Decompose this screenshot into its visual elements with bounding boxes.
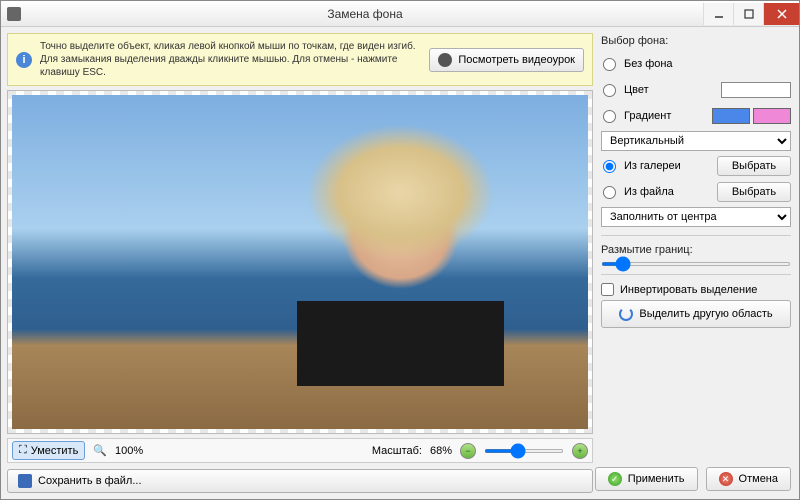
select-other-area-button[interactable]: Выделить другую область: [601, 300, 791, 328]
camera-icon: [438, 53, 452, 67]
invert-checkbox[interactable]: [601, 283, 614, 296]
scale-label: Масштаб:: [372, 445, 422, 457]
apply-label: Применить: [628, 473, 685, 485]
app-icon: [7, 7, 21, 21]
color-swatch[interactable]: [721, 82, 791, 98]
radio-gradient[interactable]: [603, 110, 616, 123]
reload-icon: [619, 307, 633, 321]
invert-label: Инвертировать выделение: [620, 284, 757, 296]
disk-icon: [18, 474, 32, 488]
image-canvas[interactable]: [7, 90, 593, 434]
cross-icon: ✕: [719, 472, 733, 486]
save-to-file-button[interactable]: Сохранить в файл...: [7, 469, 593, 493]
gallery-choose-button[interactable]: Выбрать: [717, 156, 791, 176]
divider: [601, 274, 791, 275]
apply-button[interactable]: ✓ Применить: [595, 467, 698, 491]
file-choose-button[interactable]: Выбрать: [717, 182, 791, 202]
fit-icon: ⛶: [19, 444, 27, 457]
scale-value: 68%: [430, 445, 452, 457]
titlebar: Замена фона: [1, 1, 799, 27]
zoom-in-button[interactable]: +: [572, 443, 588, 459]
blur-label: Размытие границ:: [601, 244, 791, 256]
radio-gradient-label: Градиент: [624, 110, 706, 122]
app-window: Замена фона i Точно выделите объект, кли…: [0, 0, 800, 500]
video-button-label: Посмотреть видеоурок: [458, 54, 575, 66]
fit-button[interactable]: ⛶ Уместить: [12, 441, 85, 460]
save-label: Сохранить в файл...: [38, 475, 142, 487]
zoom-out-button[interactable]: −: [460, 443, 476, 459]
maximize-button[interactable]: [733, 3, 763, 25]
divider: [601, 235, 791, 236]
radio-gallery-label: Из галереи: [624, 160, 711, 172]
fill-mode-select[interactable]: Заполнить от центра: [601, 207, 791, 227]
hint-text: Точно выделите объект, кликая левой кноп…: [40, 40, 421, 79]
canvas-toolbar: ⛶ Уместить 🔍 100% Масштаб: 68% − +: [7, 438, 593, 463]
minimize-button[interactable]: [703, 3, 733, 25]
info-icon: i: [16, 52, 32, 68]
composited-image: [12, 95, 588, 429]
cancel-button[interactable]: ✕ Отмена: [706, 467, 791, 491]
radio-no-background[interactable]: [603, 58, 616, 71]
sidebar: Выбор фона: Без фона Цвет Градиент Верт: [599, 33, 793, 493]
zoom-value: 100%: [115, 445, 143, 457]
radio-gallery[interactable]: [603, 160, 616, 173]
fit-label: Уместить: [31, 445, 79, 457]
gradient-swatch-2[interactable]: [753, 108, 791, 124]
radio-file-label: Из файла: [624, 186, 711, 198]
window-title: Замена фона: [27, 7, 703, 21]
check-icon: ✓: [608, 472, 622, 486]
radio-color-label: Цвет: [624, 84, 715, 96]
background-group-label: Выбор фона:: [601, 35, 791, 47]
magnifier-icon: 🔍: [93, 444, 107, 457]
close-button[interactable]: [763, 3, 799, 25]
radio-no-background-label: Без фона: [624, 58, 791, 70]
watch-video-button[interactable]: Посмотреть видеоурок: [429, 48, 584, 72]
hint-banner: i Точно выделите объект, кликая левой кн…: [7, 33, 593, 86]
gradient-swatch-1[interactable]: [712, 108, 750, 124]
cancel-label: Отмена: [739, 473, 778, 485]
radio-file[interactable]: [603, 186, 616, 199]
zoom-slider[interactable]: [484, 449, 564, 453]
blur-slider[interactable]: [601, 262, 791, 266]
radio-color[interactable]: [603, 84, 616, 97]
gradient-type-select[interactable]: Вертикальный: [601, 131, 791, 151]
select-other-label: Выделить другую область: [639, 308, 772, 320]
